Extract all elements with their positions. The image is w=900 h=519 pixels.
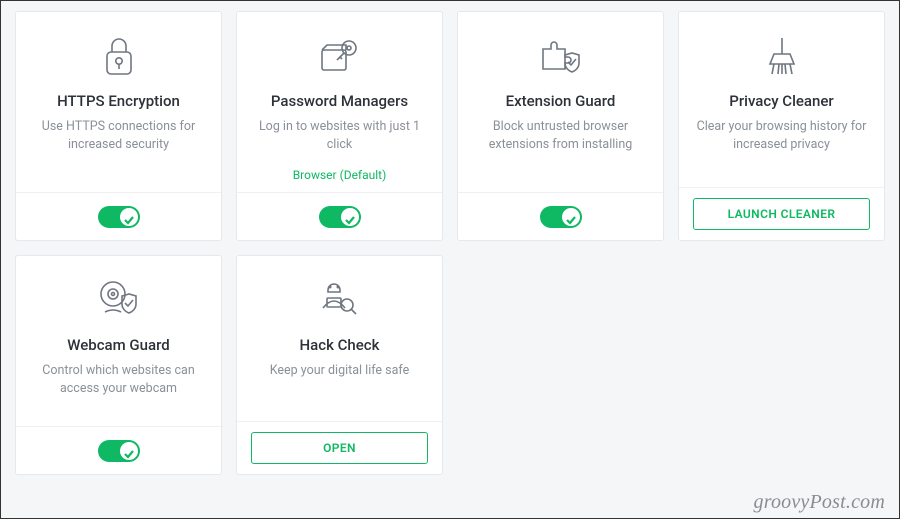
card-body: Password Managers Log in to websites wit…: [237, 12, 442, 192]
watermark: groovyPost.com: [754, 491, 885, 514]
card-footer: [16, 192, 221, 240]
card-body: Hack Check Keep your digital life safe: [237, 256, 442, 421]
card-footer: [16, 426, 221, 474]
card-footer: [458, 192, 663, 240]
card-password-managers: Password Managers Log in to websites wit…: [236, 11, 443, 241]
card-footer: OPEN: [237, 421, 442, 474]
toggle-password-managers[interactable]: [319, 206, 361, 228]
card-extra-link[interactable]: Browser (Default): [293, 168, 387, 182]
card-extension-guard: Extension Guard Block untrusted browser …: [457, 11, 664, 241]
card-desc: Control which websites can access your w…: [30, 362, 207, 398]
card-title: Hack Check: [300, 336, 380, 354]
card-body: Privacy Cleaner Clear your browsing hist…: [679, 12, 884, 187]
check-icon: [344, 211, 356, 223]
check-icon: [123, 445, 135, 457]
card-privacy-cleaner: Privacy Cleaner Clear your browsing hist…: [678, 11, 885, 241]
card-desc: Clear your browsing history for increase…: [693, 118, 870, 154]
card-desc: Keep your digital life safe: [270, 362, 410, 380]
card-https-encryption: HTTPS Encryption Use HTTPS connections f…: [15, 11, 222, 241]
puzzle-shield-icon: [537, 32, 585, 80]
hacker-icon: [316, 276, 364, 324]
card-hack-check: Hack Check Keep your digital life safe O…: [236, 255, 443, 475]
check-icon: [565, 211, 577, 223]
webcam-shield-icon: [95, 276, 143, 324]
card-title: Password Managers: [271, 92, 408, 110]
launch-cleaner-button[interactable]: LAUNCH CLEANER: [693, 198, 870, 230]
card-body: Webcam Guard Control which websites can …: [16, 256, 221, 426]
toggle-https-encryption[interactable]: [98, 206, 140, 228]
card-title: Extension Guard: [506, 92, 616, 110]
card-footer: LAUNCH CLEANER: [679, 187, 884, 240]
card-desc: Block untrusted browser extensions from …: [472, 118, 649, 154]
broom-icon: [762, 32, 802, 80]
key-icon: [317, 32, 363, 80]
toggle-extension-guard[interactable]: [540, 206, 582, 228]
card-title: Webcam Guard: [67, 336, 169, 354]
card-title: HTTPS Encryption: [57, 92, 180, 110]
feature-grid: HTTPS Encryption Use HTTPS connections f…: [1, 1, 899, 485]
toggle-webcam-guard[interactable]: [98, 440, 140, 462]
card-desc: Use HTTPS connections for increased secu…: [30, 118, 207, 154]
card-desc: Log in to websites with just 1 click: [251, 118, 428, 154]
card-body: Extension Guard Block untrusted browser …: [458, 12, 663, 192]
card-body: HTTPS Encryption Use HTTPS connections f…: [16, 12, 221, 192]
check-icon: [123, 211, 135, 223]
card-webcam-guard: Webcam Guard Control which websites can …: [15, 255, 222, 475]
card-footer: [237, 192, 442, 240]
open-button[interactable]: OPEN: [251, 432, 428, 464]
card-title: Privacy Cleaner: [729, 92, 833, 110]
lock-icon: [100, 32, 138, 80]
